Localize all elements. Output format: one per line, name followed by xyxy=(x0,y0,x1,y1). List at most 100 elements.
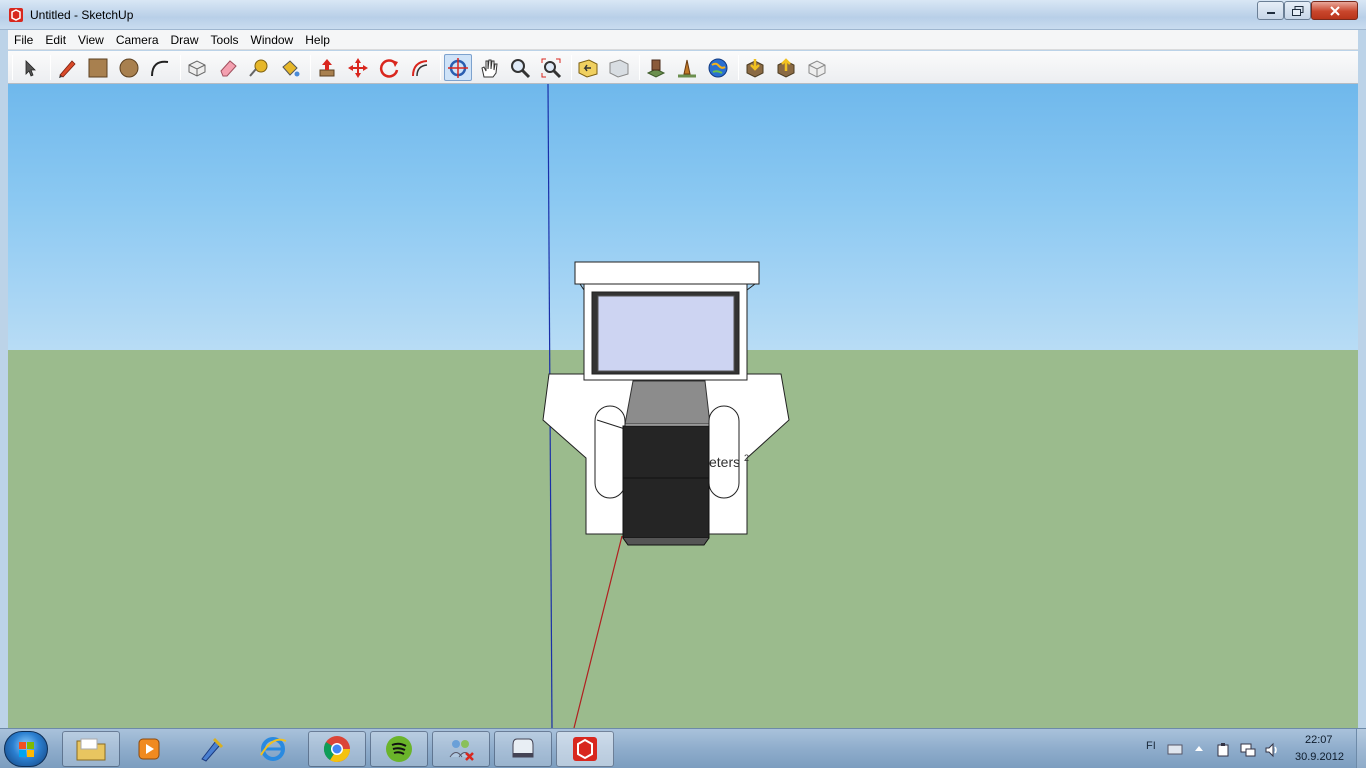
add-location-button[interactable] xyxy=(642,54,670,81)
clock-date[interactable]: 30.9.2012 xyxy=(1295,751,1344,763)
menu-draw[interactable]: Draw xyxy=(165,30,205,50)
add-location-icon xyxy=(646,59,666,78)
keyboard-icon[interactable] xyxy=(1167,742,1183,756)
volume-icon[interactable] xyxy=(1264,742,1280,758)
window-title: Untitled - SketchUp xyxy=(30,8,134,22)
drawing-viewport[interactable]: eters 2 xyxy=(8,84,1358,728)
get-models-button[interactable] xyxy=(741,54,769,81)
orbit-icon xyxy=(448,57,468,78)
sketchup-taskbar-icon xyxy=(573,737,597,761)
eraser-tool-button[interactable] xyxy=(214,54,242,81)
menu-view[interactable]: View xyxy=(72,30,110,50)
maximize-button[interactable] xyxy=(1284,1,1311,20)
menu-edit[interactable]: Edit xyxy=(39,30,72,50)
pencil-icon xyxy=(59,59,76,78)
next-view-button[interactable] xyxy=(605,54,633,81)
offset-tool-button[interactable] xyxy=(406,54,434,81)
circle-icon xyxy=(119,58,139,77)
menu-window[interactable]: Window xyxy=(245,30,300,50)
share-model-icon xyxy=(777,57,795,78)
media-player-icon xyxy=(138,738,160,760)
make-component-button[interactable] xyxy=(183,54,211,81)
close-button[interactable] xyxy=(1311,1,1358,20)
power-icon[interactable] xyxy=(1215,742,1231,758)
language-indicator[interactable]: FI xyxy=(1146,740,1156,752)
taskbar-tool-app[interactable] xyxy=(182,731,240,767)
start-button[interactable] xyxy=(4,731,48,767)
zoom-tool-button[interactable] xyxy=(506,54,534,81)
zoom-icon xyxy=(511,58,531,78)
hand-icon xyxy=(481,59,498,77)
close-icon xyxy=(1329,5,1340,16)
minimize-icon xyxy=(1266,11,1275,14)
rectangle-tool-button[interactable] xyxy=(84,54,112,81)
toolbar xyxy=(8,51,1358,84)
tape-measure-button[interactable] xyxy=(245,54,273,81)
terrain-icon xyxy=(678,59,696,77)
clock-time[interactable]: 22:07 xyxy=(1305,734,1333,746)
previous-view-button[interactable] xyxy=(574,54,602,81)
menu-tools[interactable]: Tools xyxy=(205,30,245,50)
taskbar-explorer[interactable] xyxy=(62,731,120,767)
menu-help[interactable]: Help xyxy=(299,30,336,50)
move-tool-button[interactable] xyxy=(344,54,372,81)
rectangle-icon xyxy=(88,58,108,77)
previous-view-icon xyxy=(578,58,598,78)
restore-icon xyxy=(1291,5,1303,16)
taskbar-sketchup[interactable] xyxy=(556,731,614,767)
taskbar-spotify[interactable] xyxy=(370,731,428,767)
arc-icon xyxy=(151,60,169,76)
circle-tool-button[interactable] xyxy=(115,54,143,81)
sketchup-app-icon xyxy=(9,8,23,22)
share-model-button[interactable] xyxy=(772,54,800,81)
model-window-glass xyxy=(597,295,735,372)
show-hidden-icons-icon[interactable] xyxy=(1193,742,1205,754)
pan-tool-button[interactable] xyxy=(475,54,503,81)
red-axis-line xyxy=(573,535,623,728)
rotate-tool-button[interactable] xyxy=(375,54,403,81)
rotate-icon xyxy=(379,58,399,78)
model-right-panel xyxy=(708,405,740,499)
arc-tool-button[interactable] xyxy=(146,54,174,81)
spotify-icon xyxy=(386,736,412,762)
folder-icon xyxy=(76,738,106,761)
model-front-block-bottom xyxy=(622,477,710,539)
model-seat-back xyxy=(624,380,711,425)
paint-bucket-button[interactable] xyxy=(276,54,304,81)
taskbar-chrome[interactable] xyxy=(308,731,366,767)
menu-file[interactable]: File xyxy=(8,30,39,50)
minimize-button[interactable] xyxy=(1257,1,1284,20)
paint-bucket-icon xyxy=(282,59,300,76)
line-tool-button[interactable] xyxy=(53,54,81,81)
taskbar-media-player[interactable] xyxy=(120,731,178,767)
taskbar-network-app[interactable] xyxy=(432,731,490,767)
app-window-icon xyxy=(512,738,534,758)
tool-app-icon xyxy=(201,737,224,762)
select-tool-button[interactable] xyxy=(16,54,44,81)
taskbar-internet-explorer[interactable] xyxy=(244,731,302,767)
google-earth-button[interactable] xyxy=(704,54,732,81)
next-view-icon xyxy=(609,58,629,78)
network-icon[interactable] xyxy=(1240,742,1256,758)
taskbar-app-window[interactable] xyxy=(494,731,552,767)
share-component-button[interactable] xyxy=(803,54,831,81)
zoom-extents-button[interactable] xyxy=(537,54,565,81)
component-icon xyxy=(188,59,206,77)
move-icon xyxy=(348,57,368,78)
eraser-icon xyxy=(220,59,237,76)
zoom-extents-icon xyxy=(541,58,562,78)
globe-icon xyxy=(708,58,728,77)
tape-measure-icon xyxy=(249,59,268,77)
windows-logo-icon xyxy=(19,742,34,757)
model-front-block-top xyxy=(622,425,710,479)
orbit-tool-button[interactable] xyxy=(444,54,472,81)
toggle-terrain-button[interactable] xyxy=(673,54,701,81)
push-pull-button[interactable] xyxy=(313,54,341,81)
share-component-icon xyxy=(808,59,826,78)
model-left-panel xyxy=(594,405,626,499)
show-desktop-button[interactable] xyxy=(1356,729,1366,768)
model-roof xyxy=(574,261,760,285)
menu-bar: File Edit View Camera Draw Tools Window … xyxy=(8,30,1358,50)
push-pull-icon xyxy=(319,58,335,76)
menu-camera[interactable]: Camera xyxy=(110,30,165,50)
